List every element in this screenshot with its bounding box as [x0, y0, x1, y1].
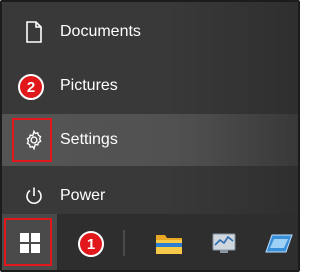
power-icon [22, 184, 46, 208]
taskbar-divider [123, 230, 125, 256]
menu-item-label: Settings [60, 131, 118, 148]
start-menu: Documents Pictures Settings Power 2 [2, 2, 298, 214]
menu-item-label: Documents [60, 23, 141, 40]
start-highlight-box [4, 218, 52, 266]
step-badge-1: 1 [78, 231, 104, 257]
step-badge-2: 2 [18, 74, 44, 100]
menu-item-label: Pictures [60, 77, 118, 94]
task-manager-icon[interactable] [210, 230, 240, 256]
document-icon [22, 20, 46, 44]
menu-item-pictures[interactable]: Pictures [2, 60, 298, 112]
settings-highlight-box [12, 118, 52, 162]
app-icon[interactable] [264, 230, 294, 256]
taskbar: 1 [2, 214, 298, 270]
screenshot-frame: Documents Pictures Settings Power 2 1 [0, 0, 300, 272]
file-explorer-icon[interactable] [154, 230, 184, 256]
menu-item-label: Power [60, 187, 106, 204]
menu-item-documents[interactable]: Documents [2, 6, 298, 58]
